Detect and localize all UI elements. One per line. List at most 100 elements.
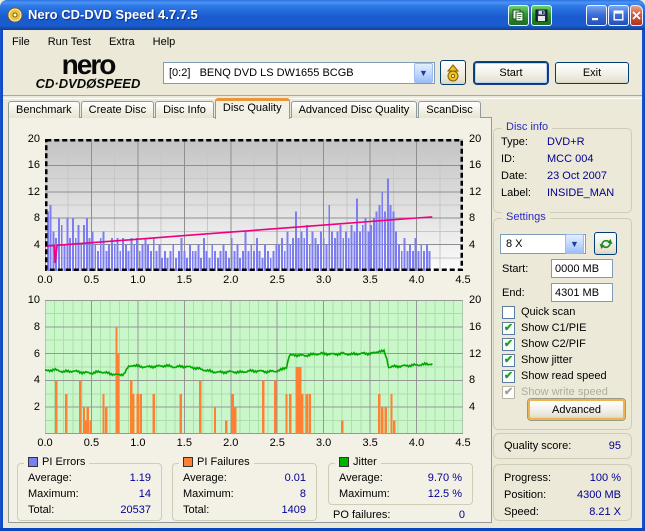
menu-item-run-test[interactable]: Run Test <box>39 34 100 50</box>
po-failures-value: 0 <box>458 509 465 521</box>
progress-row-label: Position: <box>504 489 547 501</box>
x-axis-tick-label: 3.5 <box>362 274 378 286</box>
checkbox-box[interactable]: ✔ <box>502 369 515 383</box>
checkbox-show-c2/pif[interactable]: ✔ Show C2/PIF <box>502 337 586 351</box>
progress-row: Position: 4300 MB <box>504 489 621 503</box>
floppy-disk-icon <box>535 9 548 22</box>
stat-row: Average: 9.70 % <box>339 472 462 486</box>
y-axis-tick-label: 20 <box>27 133 40 145</box>
settings-title: Settings <box>502 211 550 223</box>
eject-disc-icon <box>446 63 460 81</box>
checkbox-box[interactable] <box>502 305 515 319</box>
tab-strip: Benchmark Create Disc Disc Info Disc Qualit… <box>8 97 482 119</box>
cd-dvd-speed-logo-text: CD·DVDØSPEED <box>35 76 141 91</box>
scan-speed-value: 8 X <box>506 238 523 250</box>
close-icon <box>632 11 641 20</box>
stat-row-value: 12.5 % <box>427 488 462 500</box>
jitter-and-pi-failures-chart <box>45 300 463 434</box>
window-border-left <box>0 30 3 531</box>
po-failures-row: PO failures: 0 <box>333 509 465 523</box>
checkbox-box[interactable]: ✔ <box>502 337 515 351</box>
end-position-input[interactable] <box>551 283 613 302</box>
minimize-button[interactable] <box>586 5 607 26</box>
stat-row-label: Maximum: <box>183 488 234 500</box>
start-position-input[interactable] <box>551 259 613 278</box>
y-axis-tick-label: 6 <box>33 347 40 360</box>
stat-row: Total: 1409 <box>183 504 306 518</box>
maximize-button[interactable] <box>608 5 629 26</box>
y-axis-tick-label: 2 <box>33 401 40 414</box>
advanced-button[interactable]: Advanced <box>528 399 625 420</box>
y-axis-tick-label: 10 <box>27 294 40 306</box>
menu-item-extra[interactable]: Extra <box>100 34 144 50</box>
maximize-icon <box>613 10 624 21</box>
tab-benchmark[interactable]: Benchmark <box>8 101 80 118</box>
checkbox-show-c1/pie[interactable]: ✔ Show C1/PIE <box>502 321 586 335</box>
disc-info-row-label: Type: <box>501 136 528 148</box>
progress-row: Speed: 8.21 X <box>504 506 621 520</box>
tab-create-disc[interactable]: Create Disc <box>80 101 155 118</box>
stat-box-pi-errors: PI Errors Average: 1.19 Maximum: 14 Total: 205… <box>17 456 162 521</box>
stat-box-title-text: PI Errors <box>42 456 86 468</box>
save-screenshot-button[interactable] <box>531 5 552 26</box>
x-axis-tick-label: 2.0 <box>223 274 239 286</box>
checkbox-show-jitter[interactable]: ✔ Show jitter <box>502 353 572 367</box>
copy-to-clipboard-button[interactable] <box>508 5 529 26</box>
checkbox-show-read-speed[interactable]: ✔ Show read speed <box>502 369 607 383</box>
checkbox-box[interactable]: ✔ <box>502 385 515 399</box>
tab-disc-quality[interactable]: Disc Quality <box>214 98 290 119</box>
x-axis-tick-label: 4.5 <box>455 437 471 449</box>
stat-box-pi-failures: PI Failures Average: 0.01 Maximum: 8 Total: 14… <box>172 456 317 521</box>
menu-item-file[interactable]: File <box>3 34 39 50</box>
application-window: Nero CD-DVD Speed 4.7.7.5 File Run Test … <box>0 0 645 531</box>
x-axis-tick-label: 4.0 <box>408 274 425 286</box>
tab-disc-info[interactable]: Disc Info <box>155 101 214 118</box>
x-axis-tick-label: 0.5 <box>83 274 100 286</box>
legend-square-icon <box>28 457 38 467</box>
tab-advanced-disc-quality[interactable]: Advanced Disc Quality <box>290 101 418 118</box>
start-button[interactable]: Start <box>474 62 548 84</box>
stat-row-label: Total: <box>183 504 210 516</box>
refresh-drive-button[interactable] <box>594 232 617 255</box>
chevron-down-icon[interactable]: ▼ <box>565 234 584 254</box>
quality-score-label: Quality score: <box>504 440 572 452</box>
x-axis-tick-label: 2.5 <box>269 437 285 449</box>
stat-row: Maximum: 12.5 % <box>339 488 462 502</box>
chevron-down-icon[interactable]: ▼ <box>414 63 433 83</box>
app-icon <box>7 7 23 23</box>
y-axis-tick-label: 8 <box>33 320 40 333</box>
stat-box-title: PI Errors <box>24 456 90 468</box>
stat-row: Total: 20537 <box>28 504 151 518</box>
stat-row: Maximum: 14 <box>28 488 151 502</box>
progress-row-value: 4300 MB <box>576 489 621 501</box>
disc-info-row-label: ID: <box>501 153 516 165</box>
drive-selector-value: [0:2] BENQ DVD LS DW1655 BCGB <box>169 67 354 79</box>
checkbox-quick-scan[interactable]: Quick scan <box>502 305 575 319</box>
checkbox-box[interactable]: ✔ <box>502 353 515 367</box>
stat-row-value: 8 <box>299 488 306 500</box>
checkbox-label: Show C2/PIF <box>521 338 586 350</box>
advanced-button-label: Advanced <box>552 403 601 416</box>
stat-row: Maximum: 8 <box>183 488 306 502</box>
x-axis-tick-label: 0.0 <box>37 274 53 286</box>
checkbox-box[interactable]: ✔ <box>502 321 515 335</box>
y-axis-tick-label: 4 <box>33 374 40 387</box>
exit-button-label: Exit <box>582 67 602 79</box>
stat-row-label: Average: <box>183 472 227 484</box>
checkbox-label: Quick scan <box>521 306 576 318</box>
legend-square-icon <box>183 457 193 467</box>
nero-logo-text: nero <box>61 49 117 80</box>
menu-item-help[interactable]: Help <box>144 34 185 50</box>
scan-speed-select[interactable]: 8 X ▼ <box>500 234 586 254</box>
drive-selector[interactable]: [0:2] BENQ DVD LS DW1655 BCGB ▼ <box>163 62 435 84</box>
stat-row-label: Maximum: <box>28 488 79 500</box>
eject-button[interactable] <box>440 60 466 85</box>
checkbox-show-write-speed[interactable]: ✔ Show write speed <box>502 385 608 399</box>
stat-row: Average: 1.19 <box>28 472 151 486</box>
quality-score-box: Quality score: 95 <box>493 433 632 459</box>
exit-button[interactable]: Exit <box>555 62 629 84</box>
disc-info-row-value: 23 Oct 2007 <box>547 170 607 182</box>
close-button[interactable] <box>630 5 643 26</box>
start-button-label: Start <box>499 67 523 79</box>
tab-scandisc[interactable]: ScanDisc <box>418 101 481 118</box>
